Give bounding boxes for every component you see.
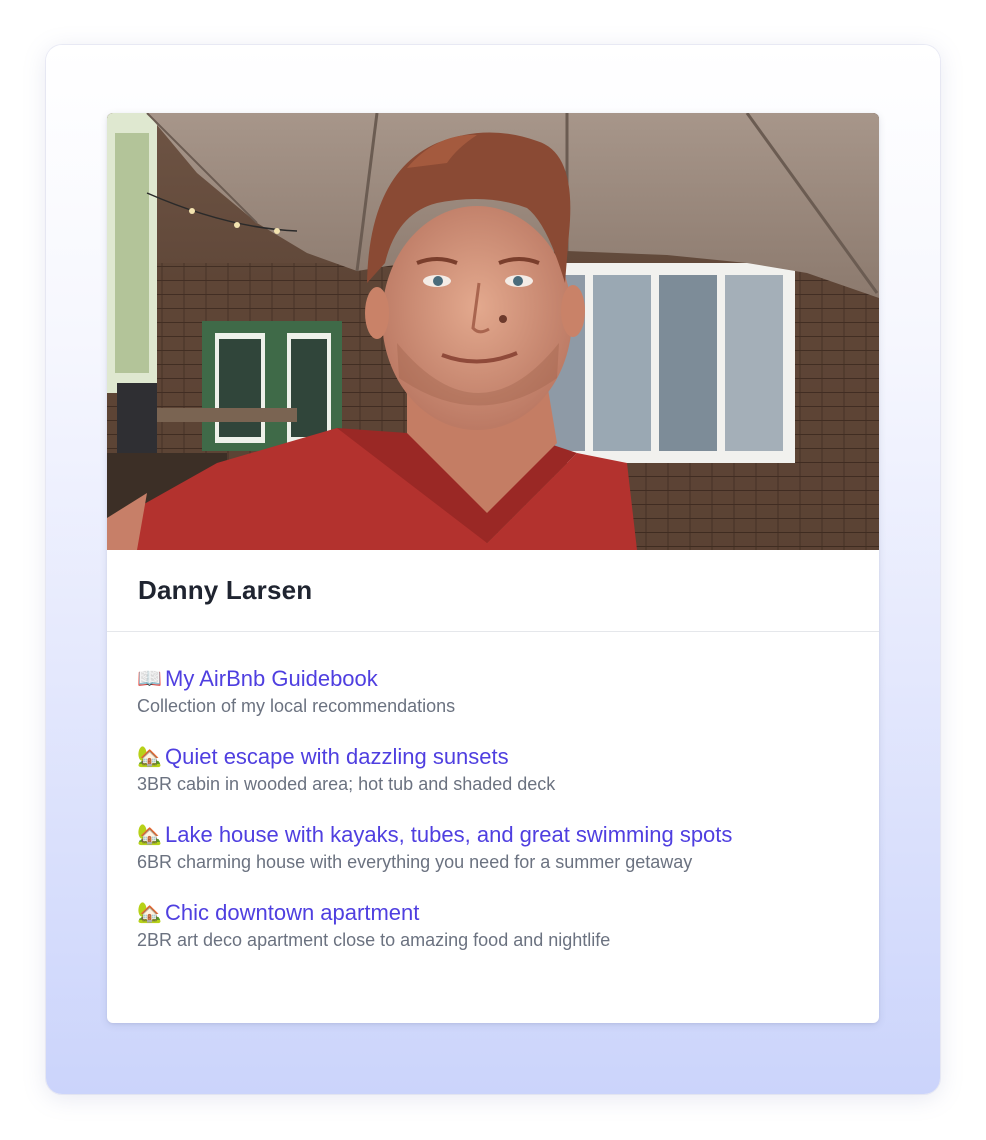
list-item-description: 2BR art deco apartment close to amazing … [137,930,611,950]
house-icon: 🏡 [137,746,162,768]
profile-photo [107,113,879,550]
list-item: 🏡 Lake house with kayaks, tubes, and gre… [137,819,879,873]
book-icon: 📖 [137,668,162,690]
list-item-title: 🏡 Lake house with kayaks, tubes, and gre… [137,819,879,851]
house-icon: 🏡 [137,902,162,924]
list-item-description: Collection of my local recommendations [137,696,456,716]
list-item: 🏡 Quiet escape with dazzling sunsets 3BR… [137,741,879,795]
house-icon: 🏡 [137,824,162,846]
guidebook-link[interactable]: My AirBnb Guidebook [165,666,378,692]
list-item: 📖 My AirBnb Guidebook Collection of my l… [137,663,879,717]
profile-name: Danny Larsen [138,575,313,605]
profile-header: Danny Larsen [107,550,879,632]
apartment-listing-link[interactable]: Chic downtown apartment [165,900,419,926]
list-item-title: 🏡 Quiet escape with dazzling sunsets [137,741,879,773]
list-item-title: 📖 My AirBnb Guidebook [137,663,879,695]
link-list: 📖 My AirBnb Guidebook Collection of my l… [107,632,879,951]
list-item-description: 3BR cabin in wooded area; hot tub and sh… [137,774,556,794]
list-item-title: 🏡 Chic downtown apartment [137,897,879,929]
lake-house-listing-link[interactable]: Lake house with kayaks, tubes, and great… [165,822,732,848]
profile-card: Danny Larsen 📖 My AirBnb Guidebook Colle… [107,113,879,1023]
list-item-description: 6BR charming house with everything you n… [137,852,693,872]
cabin-listing-link[interactable]: Quiet escape with dazzling sunsets [165,744,509,770]
list-item: 🏡 Chic downtown apartment 2BR art deco a… [137,897,879,951]
page-frame: Danny Larsen 📖 My AirBnb Guidebook Colle… [46,45,940,1094]
